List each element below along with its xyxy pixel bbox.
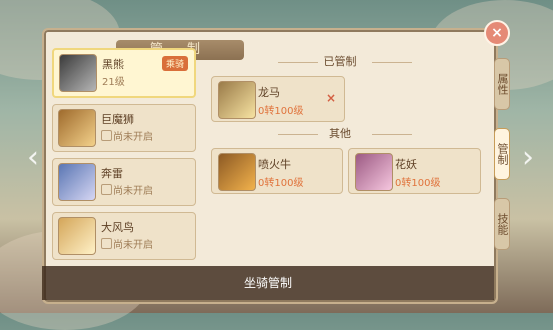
lock-icon <box>101 238 112 249</box>
mount-name: 奔雷 <box>101 167 123 180</box>
mount-list-item-lion[interactable]: 巨魔狮 尚未开启 <box>52 104 196 152</box>
previous-arrow-button[interactable]: ‹ <box>24 140 42 176</box>
section-divider <box>372 62 412 63</box>
mount-name: 龙马 <box>258 86 280 99</box>
mount-list-item-thunder[interactable]: 奔雷 尚未开启 <box>52 158 196 206</box>
close-button[interactable]: × <box>484 20 510 46</box>
flower-fairy-avatar <box>355 153 393 191</box>
close-icon: × <box>491 25 503 41</box>
mount-name: 黑熊 <box>102 58 124 71</box>
mount-level: 21级 <box>102 77 125 88</box>
tab-attributes[interactable]: 属性 <box>494 58 510 110</box>
mount-level: 0转100级 <box>395 178 441 189</box>
thunder-avatar <box>58 163 96 201</box>
other-mount-flower-fairy[interactable]: 花妖 0转100级 <box>348 148 481 194</box>
mount-status: 尚未开启 <box>113 132 153 143</box>
bottom-title-bar: 坐骑管制 <box>42 266 494 300</box>
mount-level: 0转100级 <box>258 178 304 189</box>
dragon-horse-avatar <box>218 81 256 119</box>
mount-name: 大风鸟 <box>101 221 134 234</box>
black-bear-avatar <box>59 54 97 92</box>
fire-bull-avatar <box>218 153 256 191</box>
lock-icon <box>101 184 112 195</box>
tab-skills[interactable]: 技能 <box>494 198 510 250</box>
mount-status: 尚未开启 <box>113 186 153 197</box>
wind-bird-avatar <box>58 217 96 255</box>
tab-management[interactable]: 管制 <box>494 128 510 180</box>
lion-avatar <box>58 109 96 147</box>
mount-name: 喷火牛 <box>258 158 291 171</box>
remove-icon[interactable]: × <box>326 91 336 105</box>
mount-name: 巨魔狮 <box>101 113 134 126</box>
riding-badge: 乘骑 <box>161 56 188 71</box>
mount-list-item-black-bear[interactable]: 黑熊 21级 乘骑 <box>52 48 196 98</box>
other-mount-fire-bull[interactable]: 喷火牛 0转100级 <box>211 148 343 194</box>
side-tabs: 属性 管制 技能 <box>494 58 524 268</box>
mount-level: 0转100级 <box>258 106 304 117</box>
lock-icon <box>101 130 112 141</box>
mount-status: 尚未开启 <box>113 240 153 251</box>
mount-list-item-wind-bird[interactable]: 大风鸟 尚未开启 <box>52 212 196 260</box>
mount-list: 黑熊 21级 乘骑 巨魔狮 尚未开启 奔雷 尚未开启 大风鸟 尚未开启 <box>52 48 196 266</box>
section-divider <box>372 134 412 135</box>
mount-name: 花妖 <box>395 158 417 171</box>
managed-mount-dragon-horse[interactable]: 龙马 0转100级 × <box>211 76 345 122</box>
